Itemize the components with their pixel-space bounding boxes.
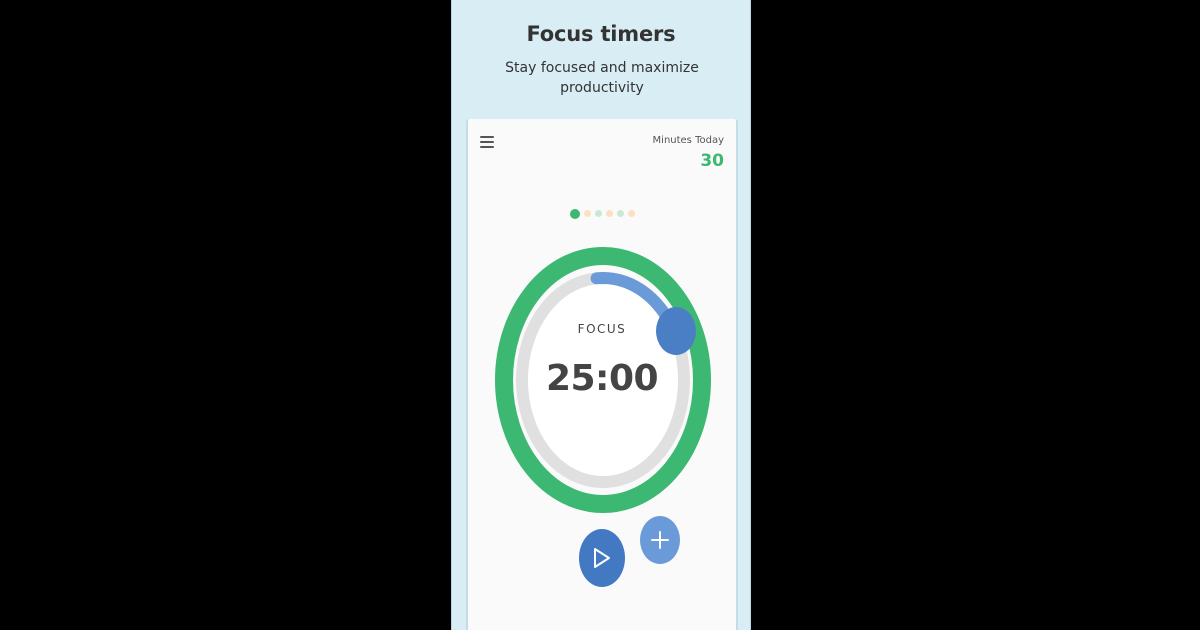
screenshot-stage: Focus timers Stay focused and maximize p… [0,0,1200,630]
pager-dot-5[interactable] [616,210,624,217]
timer-pager-dots [468,203,736,219]
promo-banner: Focus timers Stay focused and maximize p… [451,0,751,630]
page-subtitle: Stay focused and maximize productivity [505,60,699,96]
timer-countdown: 25:00 [545,358,659,399]
page-title: Focus timers [526,22,676,46]
add-timer-button[interactable] [640,516,680,564]
pager-dot-2[interactable] [583,210,591,217]
play-button[interactable] [579,529,625,587]
timer-drag-handle[interactable] [656,307,696,355]
hamburger-menu-icon[interactable] [480,136,494,148]
pager-dot-3[interactable] [594,210,602,217]
play-icon [594,548,610,568]
plus-icon [651,531,669,549]
minutes-today-value: 30 [700,151,724,171]
pager-dot-4[interactable] [605,210,613,217]
minutes-today-label: Minutes Today [652,135,724,146]
app-screen: Minutes Today 30 FOCUS 25:00 [466,119,738,630]
pager-dot-1[interactable] [569,208,580,219]
pager-dot-6[interactable] [627,210,635,217]
